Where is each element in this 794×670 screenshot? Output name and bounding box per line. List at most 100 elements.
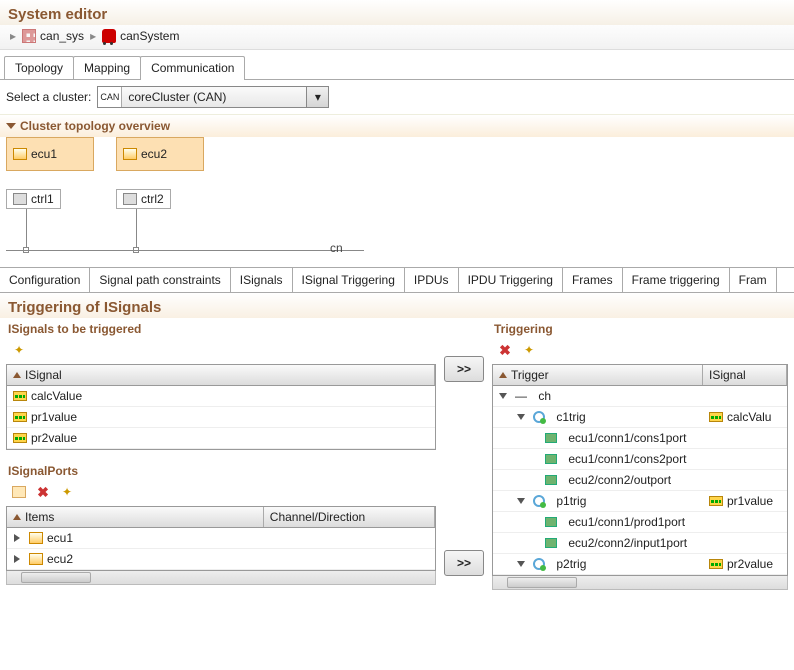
connector-line (136, 209, 137, 251)
dash-icon: — (515, 389, 527, 403)
signal-icon (709, 496, 723, 506)
breadcrumb-label: can_sys (40, 29, 84, 43)
section-cluster-topology[interactable]: Cluster topology overview (0, 114, 794, 137)
table-row[interactable]: pr1value (7, 407, 435, 428)
ecu-icon (123, 148, 137, 160)
cluster-selector-row: Select a cluster: CAN coreCluster (CAN) … (0, 80, 794, 114)
table-row[interactable]: pr2value (7, 428, 435, 449)
column-header-channel[interactable]: Channel/Direction (264, 507, 435, 527)
tree-row[interactable]: — ch (493, 386, 787, 407)
tree-row[interactable]: c1trig calcValu (493, 407, 787, 428)
node-label: ecu1/conn1/prod1port (568, 515, 685, 529)
cluster-label: Select a cluster: (6, 90, 91, 104)
column-header-trigger[interactable]: Trigger (493, 365, 703, 385)
tree-row[interactable]: ecu2/conn2/input1port (493, 533, 787, 554)
ecu-icon (13, 148, 27, 160)
package-icon (22, 29, 36, 43)
tab-ipdu-triggering[interactable]: IPDU Triggering (459, 268, 563, 292)
controller-node-ctrl2[interactable]: ctrl2 (116, 189, 171, 209)
tab-configuration[interactable]: Configuration (0, 268, 90, 292)
tab-isignal-triggering[interactable]: ISignal Triggering (293, 268, 405, 292)
tree-row[interactable]: p1trig pr1value (493, 491, 787, 512)
connector-line (26, 209, 27, 251)
column-label: Items (25, 510, 54, 524)
left-heading: ISignals to be triggered (6, 318, 436, 340)
move-right-button[interactable]: >> (444, 356, 484, 382)
right-toolbar: ✖ ✦ (492, 340, 788, 364)
scrollbar-horizontal[interactable] (492, 576, 788, 590)
isignal-table: ISignal calcValue pr1value pr2value (6, 364, 436, 450)
controller-node-ctrl1[interactable]: ctrl1 (6, 189, 61, 209)
breadcrumb-label: canSystem (120, 29, 179, 43)
port-icon (545, 475, 557, 485)
collapse-icon[interactable] (517, 498, 525, 504)
node-label: c1trig (556, 410, 585, 424)
column-header-isignal[interactable]: ISignal (7, 365, 435, 385)
ecu-node-ecu1[interactable]: ecu1 (6, 137, 94, 171)
ecu-node-ecu2[interactable]: ecu2 (116, 137, 204, 171)
highlight-icon[interactable] (10, 484, 28, 500)
tree-row[interactable]: ecu1/conn1/cons2port (493, 449, 787, 470)
scrollbar-thumb[interactable] (507, 577, 577, 588)
system-icon (102, 29, 116, 43)
cell-value: pr2value (727, 557, 773, 571)
table-row[interactable]: calcValue (7, 386, 435, 407)
cell-value: ecu1 (47, 531, 73, 545)
port-icon (545, 454, 557, 464)
cell-value: ecu2 (47, 552, 73, 566)
scrollbar-horizontal[interactable] (6, 571, 436, 585)
tree-row[interactable]: ecu1/conn1/cons1port (493, 428, 787, 449)
topology-canvas: ecu1 ecu2 ctrl1 ctrl2 cn (0, 137, 794, 267)
refresh-icon[interactable]: ✦ (10, 342, 28, 358)
tree-row[interactable]: ecu1/conn1/prod1port (493, 512, 787, 533)
tab-frame-triggering[interactable]: Frame triggering (623, 268, 730, 292)
chevron-right-icon: ▸ (10, 29, 16, 43)
collapse-icon[interactable] (517, 414, 525, 420)
trigger-icon (533, 558, 545, 570)
main-tabs: Topology Mapping Communication (0, 50, 794, 80)
breadcrumb-item-cansystem[interactable]: canSystem (102, 29, 179, 43)
move-right-button[interactable]: >> (444, 550, 484, 576)
breadcrumb-item-can-sys[interactable]: can_sys (22, 29, 84, 43)
tab-isignals[interactable]: ISignals (231, 268, 293, 292)
tab-frames[interactable]: Frames (563, 268, 623, 292)
tab-mapping[interactable]: Mapping (73, 56, 141, 79)
refresh-icon[interactable]: ✦ (520, 342, 538, 358)
sort-asc-icon (499, 372, 507, 378)
column-label: ISignal (709, 368, 746, 382)
delete-icon[interactable]: ✖ (34, 484, 52, 500)
bus-line (6, 250, 364, 251)
refresh-icon[interactable]: ✦ (58, 484, 76, 500)
table-row[interactable]: ecu2 (7, 549, 435, 570)
signal-icon (709, 559, 723, 569)
sort-asc-icon (13, 514, 21, 520)
channel-label: cn (330, 241, 343, 255)
controller-icon (13, 193, 27, 205)
scrollbar-thumb[interactable] (21, 572, 91, 583)
section-label: Cluster topology overview (20, 119, 170, 133)
table-row[interactable]: ecu1 (7, 528, 435, 549)
triggering-title: Triggering of ISignals (0, 293, 794, 318)
collapse-icon[interactable] (499, 393, 507, 399)
delete-icon[interactable]: ✖ (496, 342, 514, 358)
expand-icon[interactable] (14, 534, 20, 542)
dropdown-icon[interactable]: ▾ (306, 87, 328, 107)
signal-icon (13, 433, 27, 443)
tab-ipdus[interactable]: IPDUs (405, 268, 459, 292)
column-header-isignal[interactable]: ISignal (703, 365, 787, 385)
expand-icon[interactable] (14, 555, 20, 563)
tab-signal-path-constraints[interactable]: Signal path constraints (90, 268, 230, 292)
column-header-items[interactable]: Items (7, 507, 264, 527)
tree-row[interactable]: p2trig pr2value (493, 554, 787, 575)
trigger-table: Trigger ISignal — ch c1trig calcValu ecu… (492, 364, 788, 576)
signal-icon (13, 391, 27, 401)
collapse-icon[interactable] (517, 561, 525, 567)
tab-frame-cut[interactable]: Fram (730, 268, 777, 292)
tree-row[interactable]: ecu2/conn2/outport (493, 470, 787, 491)
cluster-select[interactable]: CAN coreCluster (CAN) ▾ (97, 86, 329, 108)
tab-communication[interactable]: Communication (140, 56, 245, 79)
column-label: Trigger (511, 368, 549, 382)
node-label: ecu1/conn1/cons1port (568, 431, 686, 445)
cluster-value: coreCluster (CAN) (122, 87, 306, 107)
tab-topology[interactable]: Topology (4, 56, 74, 79)
